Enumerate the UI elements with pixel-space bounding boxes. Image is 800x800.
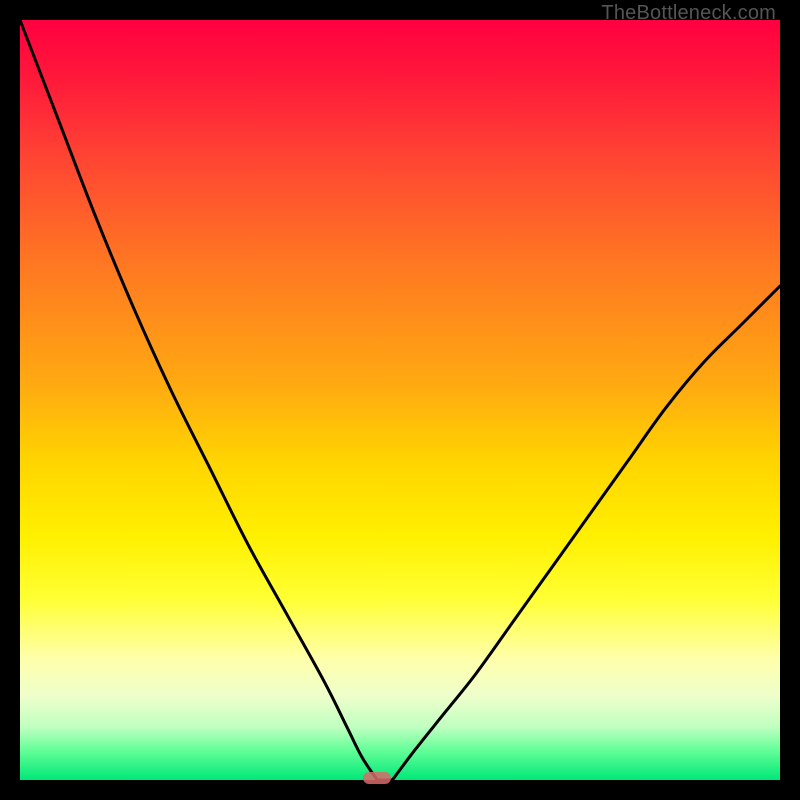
plot-area xyxy=(20,20,780,780)
optimal-marker xyxy=(363,772,391,784)
curve-right-branch xyxy=(392,286,780,780)
chart-frame: TheBottleneck.com xyxy=(0,0,800,800)
bottleneck-curve xyxy=(20,20,780,780)
curve-left-branch xyxy=(20,20,377,780)
